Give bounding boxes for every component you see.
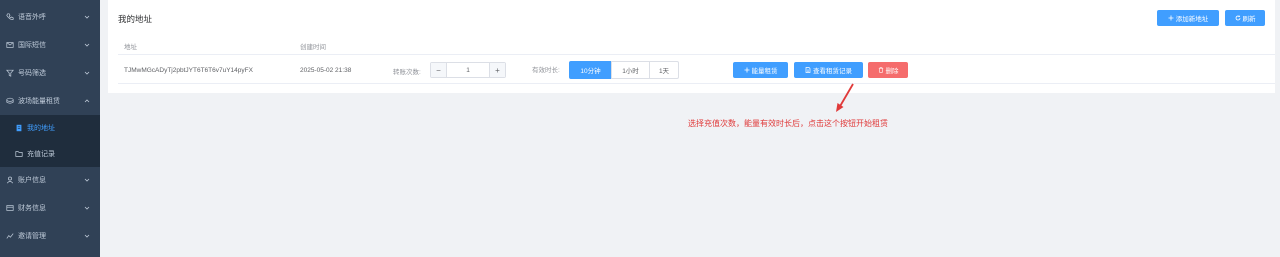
refresh-button[interactable]: 刷新 (1225, 10, 1265, 26)
table-divider (118, 83, 1275, 84)
sidebar-item-label: 号码筛选 (18, 70, 46, 77)
address-card: 我的地址 添加新地址 刷新 地址 创建时间 TJMwMGcADyTj2pbtJY… (108, 0, 1275, 93)
column-header-address: 地址 (124, 44, 137, 51)
duration-option-1d[interactable]: 1天 (649, 61, 679, 79)
table-divider (118, 54, 1275, 55)
duration-option-10min[interactable]: 10分钟 (569, 61, 612, 79)
sidebar-item-account-info[interactable]: 账户信息 (0, 167, 100, 193)
address-cell: TJMwMGcADyTj2pbtJYT6T6T6v7uY14pyFX (124, 67, 253, 74)
main-content: 我的地址 添加新地址 刷新 地址 创建时间 TJMwMGcADyTj2pbtJY… (100, 0, 1280, 257)
sidebar-item-number-filter[interactable]: 号码筛选 (0, 60, 100, 86)
instruction-hint: 选择充值次数，能量有效时长后，点击这个按钮开始租赁 (688, 119, 888, 128)
decrement-button[interactable]: − (431, 63, 447, 77)
sidebar-item-energy-rental[interactable]: 波场能量租赁 (0, 88, 100, 114)
transfer-count-stepper: − 1 + (430, 62, 506, 78)
page-title: 我的地址 (118, 14, 153, 24)
sidebar-item-voice-call[interactable]: 语音外呼 (0, 4, 100, 30)
duration-selector: 10分钟 1小时 1天 (569, 61, 679, 79)
chevron-down-icon (84, 42, 90, 48)
chevron-down-icon (84, 205, 90, 211)
chevron-down-icon (84, 233, 90, 239)
folder-icon (14, 150, 24, 158)
sidebar-item-label: 邀请管理 (18, 233, 46, 240)
sidebar-item-invite-manage[interactable]: 邀请管理 (0, 223, 100, 249)
sidebar: 语音外呼 国际短信 号码筛选 波场能量租赁 我的地址 充值记录 账户信息 财务信… (0, 0, 100, 257)
increment-button[interactable]: + (489, 63, 505, 77)
user-icon (5, 176, 15, 184)
sidebar-item-intl-sms[interactable]: 国际短信 (0, 32, 100, 58)
plus-icon (744, 67, 749, 73)
sidebar-item-label: 国际短信 (18, 42, 46, 49)
chevron-down-icon (84, 177, 90, 183)
chevron-down-icon (84, 14, 90, 20)
plus-icon (1168, 15, 1174, 21)
sidebar-item-label: 充值记录 (27, 151, 55, 158)
filter-icon (5, 69, 15, 77)
chevron-up-icon (84, 98, 90, 104)
transfer-count-input[interactable]: 1 (447, 63, 489, 77)
annotation-arrow-icon (836, 83, 854, 112)
sidebar-item-my-address[interactable]: 我的地址 (0, 115, 100, 141)
duration-label: 有效时长: (532, 67, 560, 74)
sidebar-item-label: 财务信息 (18, 205, 46, 212)
document-icon (805, 67, 811, 73)
wallet-icon (5, 204, 15, 212)
sidebar-item-label: 语音外呼 (18, 14, 46, 21)
list-icon (14, 124, 24, 132)
transfer-count-label: 转账次数: (393, 69, 421, 76)
sidebar-item-label: 我的地址 (27, 125, 55, 132)
coins-icon (5, 97, 15, 105)
column-header-created: 创建时间 (300, 44, 326, 51)
phone-icon (5, 13, 15, 21)
refresh-icon (1235, 15, 1240, 21)
mail-icon (5, 41, 15, 49)
sidebar-item-label: 波场能量租赁 (18, 98, 60, 105)
sidebar-item-recharge-records[interactable]: 充值记录 (0, 141, 100, 167)
view-rental-records-button[interactable]: 查看租赁记录 (794, 62, 863, 78)
duration-option-1h[interactable]: 1小时 (611, 61, 650, 79)
add-address-button[interactable]: 添加新地址 (1157, 10, 1219, 26)
energy-rent-button[interactable]: 能量租赁 (733, 62, 788, 78)
delete-button[interactable]: 删除 (868, 62, 908, 78)
sidebar-item-finance-info[interactable]: 财务信息 (0, 195, 100, 221)
sidebar-item-label: 账户信息 (18, 177, 46, 184)
share-icon (5, 232, 15, 240)
trash-icon (878, 67, 883, 73)
created-time-cell: 2025-05-02 21:38 (300, 67, 352, 74)
chevron-down-icon (84, 70, 90, 76)
